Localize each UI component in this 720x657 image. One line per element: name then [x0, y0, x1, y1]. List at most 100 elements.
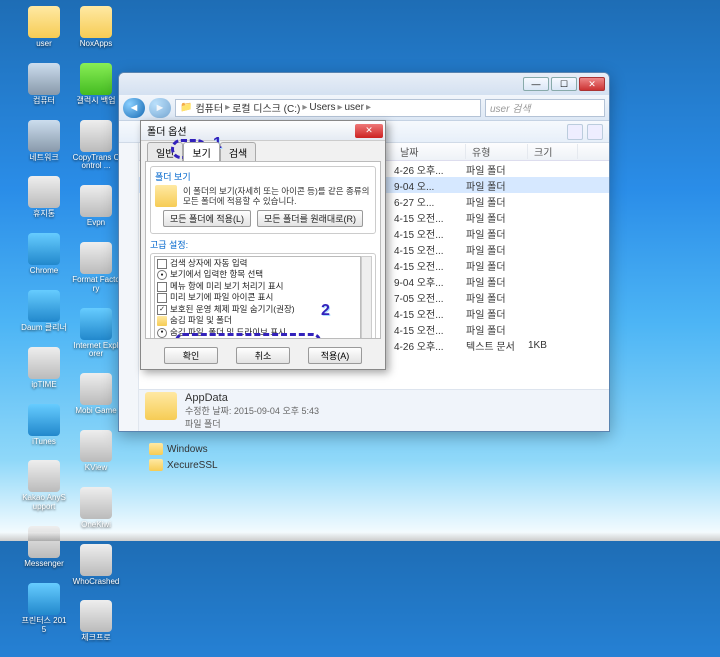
checkbox[interactable]	[157, 305, 167, 315]
col-size[interactable]: 크기	[528, 144, 578, 159]
desktop-icon-recycle[interactable]: 휴지통	[20, 176, 68, 219]
col-type[interactable]: 유형	[466, 144, 528, 159]
checkbox[interactable]	[157, 282, 167, 292]
chevron-right-icon: ▸	[366, 102, 371, 113]
dialog-titlebar: 폴더 옵션 ✕	[141, 121, 385, 141]
app-icon	[28, 290, 60, 322]
option-label: 메뉴 항에 미리 보기 처리기 표시	[170, 281, 283, 292]
icon-label: Messenger	[24, 560, 64, 569]
app-icon	[28, 6, 60, 38]
desktop-icon-whoscrashed[interactable]: WhoCrashed	[72, 544, 120, 587]
advanced-option[interactable]: 보기에서 입력한 항목 선택	[157, 269, 358, 280]
desktop-icon-mobi[interactable]: Mobi Game	[72, 373, 120, 416]
desktop-icon-app2[interactable]: 체크프로	[72, 600, 120, 643]
app-icon	[80, 373, 112, 405]
option-label: 보호된 운영 체제 파일 숨기기(권장)	[170, 304, 295, 315]
app-icon	[28, 120, 60, 152]
app-icon	[80, 308, 112, 340]
advanced-option[interactable]: 검색 상자에 자동 입력	[157, 258, 358, 269]
apply-all-folders-button[interactable]: 모든 폴더에 적용(L)	[163, 210, 251, 227]
maximize-button[interactable]: ☐	[551, 77, 577, 91]
folder-label: XecureSSL	[167, 460, 218, 471]
icon-label: Kakao AnySupport	[20, 494, 68, 512]
radio-button[interactable]	[157, 328, 167, 338]
breadcrumb-part[interactable]: Users	[309, 102, 335, 113]
app-icon	[28, 526, 60, 558]
close-button[interactable]: ✕	[579, 77, 605, 91]
radio-button[interactable]	[157, 270, 167, 280]
app-icon	[80, 544, 112, 576]
app-icon	[80, 6, 112, 38]
desktop-icon-onekiwi[interactable]: OneKiwi	[72, 487, 120, 530]
advanced-list[interactable]: 검색 상자에 자동 입력보기에서 입력한 항목 선택메뉴 항에 미리 보기 처리…	[154, 256, 361, 339]
forward-button[interactable]: ►	[149, 98, 171, 118]
tab-0[interactable]: 일반	[147, 142, 183, 161]
checkbox[interactable]	[157, 259, 167, 269]
ok-button[interactable]: 확인	[164, 347, 218, 364]
folder-view-label: 폴더 보기	[155, 170, 371, 183]
col-date[interactable]: 날짜	[394, 144, 466, 159]
desktop-icon-daum[interactable]: Daum 클리너	[20, 290, 68, 333]
sidebar-folder[interactable]: XecureSSL	[149, 459, 218, 471]
back-button[interactable]: ◄	[123, 98, 145, 118]
apply-button[interactable]: 적용(A)	[308, 347, 362, 364]
desktop-icon-user[interactable]: user	[20, 6, 68, 49]
help-icon[interactable]	[587, 124, 603, 140]
advanced-option[interactable]: 숨김 파일, 폴더 및 드라이브 표시	[157, 327, 358, 338]
folder-view-text: 이 폴더의 보기(자세히 또는 아이콘 등)를 같은 종류의 모든 폴더에 적용…	[183, 186, 371, 206]
desktop-icon-galaxy[interactable]: 갤럭시 백업	[72, 63, 120, 106]
desktop-icon-copytrans[interactable]: CopyTrans Control ...	[72, 120, 120, 172]
search-input[interactable]: user 검색	[485, 99, 605, 117]
desktop-icon-kakao[interactable]: Kakao AnySupport	[20, 460, 68, 512]
desktop-icon-network[interactable]: 네트워크	[20, 120, 68, 163]
chevron-right-icon: ▸	[302, 102, 307, 113]
view-icon[interactable]	[567, 124, 583, 140]
desktop-icon-noxapps[interactable]: NoxApps	[72, 6, 120, 49]
chevron-right-icon: ▸	[225, 102, 230, 113]
advanced-label: 고급 설정:	[150, 238, 376, 251]
icon-label: Daum 클리너	[21, 324, 67, 333]
icon-label: Mobi Game	[75, 407, 116, 416]
breadcrumb-part[interactable]: user	[345, 102, 364, 113]
desktop-icon-ie[interactable]: Internet Explorer	[72, 308, 120, 360]
icon-label: Chrome	[30, 267, 58, 276]
desktop-icon-kview[interactable]: KView	[72, 430, 120, 473]
app-icon	[80, 487, 112, 519]
folder-icon	[149, 459, 163, 471]
scrollbar[interactable]	[361, 256, 372, 339]
app-icon	[80, 600, 112, 632]
dialog-tabs: 일반보기검색 1	[141, 141, 385, 161]
taskbar[interactable]	[0, 532, 720, 541]
icon-label: Format Factory	[72, 276, 120, 294]
breadcrumb[interactable]: 📁컴퓨터▸로컬 디스크 (C:)▸Users▸user▸	[175, 99, 481, 117]
reset-folders-button[interactable]: 모든 폴더를 원래대로(R)	[257, 210, 363, 227]
icon-label: 체크프로	[81, 634, 110, 643]
advanced-option[interactable]: 메뉴 항에 미리 보기 처리기 표시	[157, 281, 358, 292]
tab-1[interactable]: 보기	[183, 142, 219, 161]
icon-label: iTunes	[32, 438, 56, 447]
dialog-close-button[interactable]: ✕	[355, 124, 383, 138]
desktop-icon-evpn[interactable]: Evpn	[72, 185, 120, 228]
checkbox[interactable]	[157, 293, 167, 303]
desktop-icon-iptime[interactable]: ipTIME	[20, 347, 68, 390]
advanced-option[interactable]: 숨김 파일, 폴더 또는 드라이브 표시하지 않음	[157, 338, 358, 339]
folder-icon	[155, 185, 177, 207]
breadcrumb-part[interactable]: 로컬 디스크 (C:)	[232, 100, 300, 115]
desktop-icon-computer[interactable]: 컴퓨터	[20, 63, 68, 106]
breadcrumb-part[interactable]: 컴퓨터	[195, 100, 223, 115]
icon-label: 갤럭시 백업	[76, 97, 115, 106]
tab-2[interactable]: 검색	[220, 142, 256, 161]
option-label: 숨김 파일, 폴더 및 드라이브 표시	[170, 327, 286, 338]
sidebar-folder[interactable]: Windows	[149, 443, 208, 455]
desktop-icon-itunes[interactable]: iTunes	[20, 404, 68, 447]
icon-label: ipTIME	[31, 381, 56, 390]
icon-label: Internet Explorer	[72, 342, 120, 360]
cancel-button[interactable]: 취소	[236, 347, 290, 364]
desktop-icon-app1[interactable]: 프린터스 2015	[20, 583, 68, 635]
app-icon	[28, 404, 60, 436]
desktop-icon-chrome[interactable]: Chrome	[20, 233, 68, 276]
minimize-button[interactable]: —	[523, 77, 549, 91]
desktop-icon-format[interactable]: Format Factory	[72, 242, 120, 294]
explorer-titlebar: — ☐ ✕	[119, 73, 609, 95]
app-icon	[28, 233, 60, 265]
